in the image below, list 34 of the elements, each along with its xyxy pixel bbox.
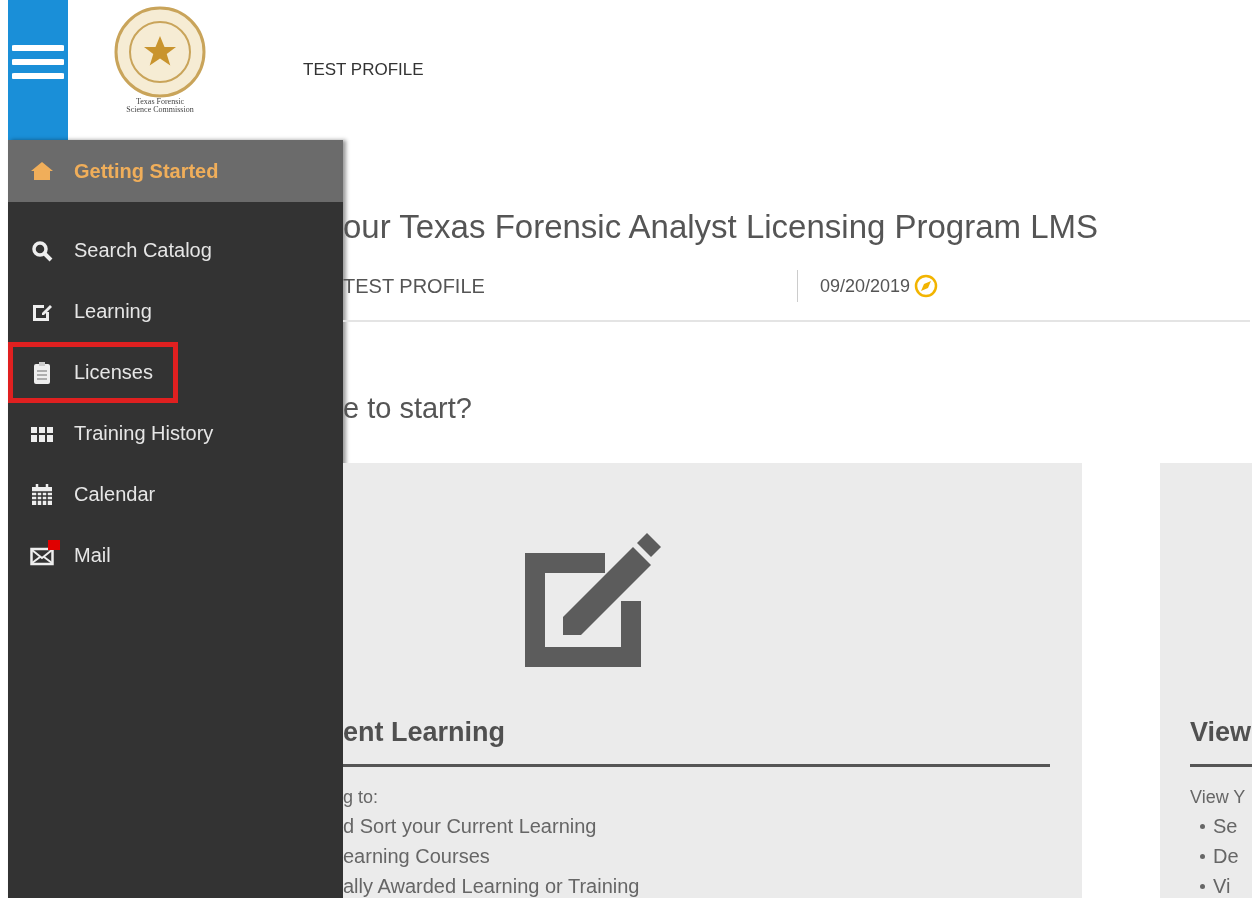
menu-icon xyxy=(12,42,64,82)
profile-name: TEST PROFILE xyxy=(303,60,424,80)
list-item: De xyxy=(1213,845,1239,868)
bullet-icon xyxy=(1200,824,1205,829)
menu-item[interactable]: Calendar xyxy=(8,464,343,525)
list-item: d Sort your Current Learning xyxy=(343,815,597,838)
card-text: g to: xyxy=(343,787,380,808)
home-icon xyxy=(30,159,54,183)
date-text: 09/20/2019 xyxy=(820,275,911,297)
section-heading: e to start? xyxy=(343,392,473,425)
logo-text: Texas Forensic xyxy=(135,98,185,106)
seal-icon xyxy=(114,6,206,98)
page-title: our Texas Forensic Analyst Licensing Program LMS xyxy=(343,208,1100,246)
list-item: ally Awarded Learning or Training xyxy=(343,875,640,898)
menu-item[interactable]: Licenses xyxy=(8,342,178,403)
card-heading: ent Learning xyxy=(343,717,1050,767)
logo-text: Science Commission xyxy=(126,106,194,114)
menu-item[interactable]: Search Catalog xyxy=(8,220,343,281)
user-name: TEST PROFILE xyxy=(343,274,486,298)
card-text: View Y xyxy=(1190,787,1247,808)
calendar-icon xyxy=(30,482,54,507)
search-icon xyxy=(30,238,54,263)
menu-item[interactable]: Learning xyxy=(8,281,343,342)
menu-item[interactable]: Training History xyxy=(8,403,343,464)
bullet-icon xyxy=(1200,884,1205,889)
card-heading: View xyxy=(1190,717,1252,767)
menu-item[interactable]: Mail xyxy=(8,525,343,586)
compass-icon xyxy=(914,274,939,298)
list-item: Vi xyxy=(1213,875,1231,898)
edit-icon xyxy=(525,531,661,667)
menu-button[interactable] xyxy=(8,0,68,140)
bullet-icon xyxy=(1200,854,1205,859)
list-item: Se xyxy=(1213,815,1238,838)
list-item: earning Courses xyxy=(343,845,490,868)
